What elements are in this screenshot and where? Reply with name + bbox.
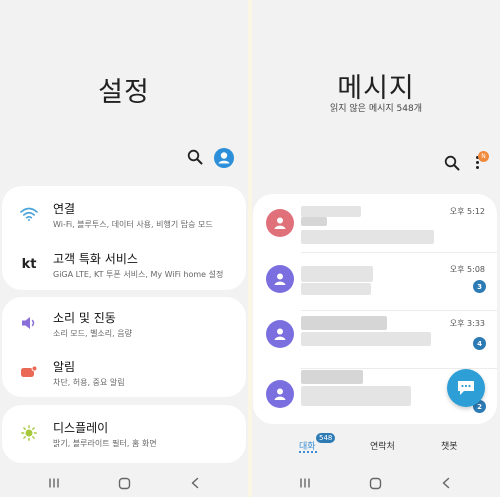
setting-subtitle: GiGA LTE, KT 투폰 서비스, My WiFi home 설정 [53,270,224,279]
contact-avatar [266,209,294,237]
settings-card-sound: 소리 및 진동 소리 모드, 벨소리, 음량 알림 차단, 허용, 중요 알림 [2,297,246,397]
settings-title: 설정 [98,77,150,108]
setting-title: 알림 [53,360,76,374]
contact-avatar [266,380,294,408]
conversation-item[interactable]: 오후 5:08 3 [253,252,497,310]
home-icon[interactable] [369,477,382,490]
message-time: 오후 5:08 [449,265,485,274]
messages-screen: 메시지 읽지 않은 메시지 548개 N 오후 5:12 오후 5:08 3 오… [252,0,500,497]
settings-card-connections: 연결 Wi-Fi, 블루투스, 데이터 사용, 비행기 탑승 모드 kt 고객 … [2,186,246,290]
setting-item-sound[interactable]: 소리 및 진동 소리 모드, 벨소리, 음량 [2,298,246,346]
unread-count-badge: 4 [473,337,486,350]
contact-avatar [266,320,294,348]
new-badge: N [478,151,489,162]
home-icon[interactable] [118,477,131,490]
kt-logo-icon: kt [21,256,37,272]
conversation-item[interactable]: 오후 5:12 [253,194,497,252]
setting-title: 연결 [53,202,76,216]
notification-icon [20,364,38,380]
setting-subtitle: 밝기, 블루라이트 필터, 홈 화면 [53,439,157,448]
recent-apps-icon[interactable] [48,477,60,489]
tab-conversations-badge: 548 [316,433,336,443]
redacted-preview [301,332,431,346]
back-icon[interactable] [190,477,200,489]
redacted-name [301,217,327,226]
tab-contacts[interactable]: 연락처 [370,439,395,452]
redacted-preview [301,230,434,244]
setting-title: 디스플레이 [53,421,109,435]
sun-icon [20,425,38,441]
setting-item-notifications[interactable]: 알림 차단, 허용, 중요 알림 [2,347,246,395]
profile-icon[interactable] [214,148,234,168]
unread-count-badge: 3 [473,280,486,293]
redacted-preview [301,283,371,295]
active-tab-indicator [299,451,317,453]
setting-subtitle: Wi-Fi, 블루투스, 데이터 사용, 비행기 탑승 모드 [53,220,213,229]
chat-icon [458,381,474,395]
messages-title: 메시지 [337,73,415,104]
setting-subtitle: 소리 모드, 벨소리, 음량 [53,329,132,338]
unread-summary: 읽지 않은 메시지 548개 [329,104,422,114]
redacted-preview [301,386,411,406]
navigation-bar [0,470,248,497]
conversation-item[interactable]: 오후 3:33 4 [253,310,497,368]
settings-screen: 설정 연결 Wi-Fi, 블루투스, 데이터 사용, 비행기 탑승 모드 kt [0,0,248,497]
redacted-name [301,206,361,217]
setting-item-connections[interactable]: 연결 Wi-Fi, 블루투스, 데이터 사용, 비행기 탑승 모드 [2,189,246,237]
contact-avatar [266,265,294,293]
wifi-icon [20,206,38,222]
new-message-button[interactable] [447,369,485,407]
setting-title: 소리 및 진동 [53,311,116,325]
redacted-name [301,316,387,330]
setting-item-customer-services[interactable]: kt 고객 특화 서비스 GiGA LTE, KT 투폰 서비스, My WiF… [2,239,246,287]
navigation-bar [252,470,500,497]
search-icon[interactable] [187,149,203,165]
redacted-name [301,266,373,282]
recent-apps-icon[interactable] [299,477,311,489]
setting-subtitle: 차단, 허용, 중요 알림 [53,378,125,387]
back-icon[interactable] [441,477,451,489]
settings-card-display: 디스플레이 밝기, 블루라이트 필터, 홈 화면 [2,405,246,463]
speaker-icon [20,315,38,331]
search-icon[interactable] [444,155,460,171]
redacted-name [301,370,363,384]
tab-chatbot[interactable]: 챗봇 [441,439,458,452]
setting-item-display[interactable]: 디스플레이 밝기, 블루라이트 필터, 홈 화면 [2,408,246,456]
message-time: 오후 5:12 [449,207,485,216]
message-time: 오후 3:33 [449,319,485,328]
setting-title: 고객 특화 서비스 [53,252,138,266]
